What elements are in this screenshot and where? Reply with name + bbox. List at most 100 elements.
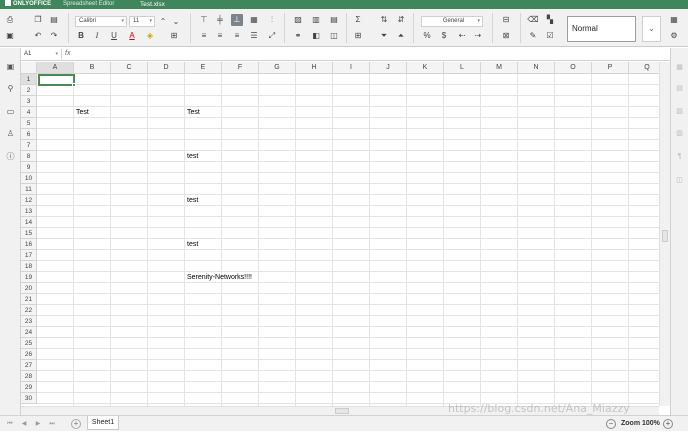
text-orientation-icon[interactable]: ⤢ <box>266 30 278 42</box>
chart-settings-icon[interactable]: ▥ <box>675 129 684 138</box>
cell-e19[interactable]: Serenity-Networks!!!! <box>185 272 252 283</box>
print-icon[interactable]: ⎙ <box>4 14 16 26</box>
zoom-out-button[interactable]: − <box>606 419 616 429</box>
search-icon[interactable]: ⚲ <box>5 83 16 94</box>
insert-table-icon[interactable]: ▤ <box>328 14 340 26</box>
save-icon[interactable]: ▣ <box>4 30 16 42</box>
file-icon[interactable]: ▣ <box>5 61 16 72</box>
column-header-g[interactable]: G <box>259 62 296 74</box>
first-sheet-icon[interactable]: ⏮ <box>6 420 14 428</box>
row-header-11[interactable]: 11 <box>21 184 37 195</box>
row-header-16[interactable]: 16 <box>21 239 37 250</box>
row-header-21[interactable]: 21 <box>21 294 37 305</box>
column-header-j[interactable]: J <box>370 62 407 74</box>
redo-icon[interactable]: ↷ <box>48 30 60 42</box>
column-header-f[interactable]: F <box>222 62 259 74</box>
cell-e16[interactable]: test <box>185 239 198 250</box>
row-header-27[interactable]: 27 <box>21 360 37 371</box>
row-header-7[interactable]: 7 <box>21 140 37 151</box>
row-header-12[interactable]: 12 <box>21 195 37 206</box>
vertical-scrollbar[interactable] <box>659 62 670 406</box>
row-header-24[interactable]: 24 <box>21 327 37 338</box>
cell-e4[interactable]: Test <box>185 107 200 118</box>
copy-icon[interactable]: ❐ <box>32 14 44 26</box>
sum-icon[interactable]: Σ <box>352 14 364 26</box>
gear-icon[interactable]: ⚙ <box>668 30 680 42</box>
align-bottom-icon[interactable]: ⊥ <box>231 14 243 26</box>
column-header-b[interactable]: B <box>74 62 111 74</box>
cell-e8[interactable]: test <box>185 151 198 162</box>
text-art-icon[interactable]: ◫ <box>328 30 340 42</box>
row-header-30[interactable]: 30 <box>21 393 37 404</box>
clear-icon[interactable]: ⌫ <box>527 14 539 26</box>
text-art-settings-icon[interactable]: ◫ <box>675 176 684 185</box>
cell-style-preset[interactable]: Normal <box>567 16 636 42</box>
row-header-9[interactable]: 9 <box>21 162 37 173</box>
font-size-combo[interactable]: 11 ▾ <box>129 16 155 27</box>
row-header-26[interactable]: 26 <box>21 349 37 360</box>
spreadsheet-grid[interactable]: ABCDEFGHIJKLMNOPQ 1 2 3 4 5 6 7 8 9 10 11 12 13 14 15 1… <box>21 62 664 406</box>
increase-decimal-icon[interactable]: ⇢ <box>472 30 484 42</box>
decrease-font-icon[interactable]: ⌄ <box>170 16 182 28</box>
prev-sheet-icon[interactable]: ◀ <box>20 420 28 428</box>
clear-filter-icon[interactable]: ⏶ <box>395 30 407 42</box>
merge-icon[interactable]: ⫶ <box>266 14 278 26</box>
function-icon[interactable]: fx <box>65 49 70 59</box>
paragraph-icon[interactable]: ¶ <box>675 152 684 161</box>
filter-icon[interactable]: ⏷ <box>378 30 390 42</box>
insert-cells-icon[interactable]: ⊞ <box>352 30 364 42</box>
row-header-23[interactable]: 23 <box>21 316 37 327</box>
column-header-m[interactable]: M <box>481 62 518 74</box>
column-header-k[interactable]: K <box>407 62 444 74</box>
borders-icon[interactable]: ⊞ <box>168 30 180 42</box>
decrease-decimal-icon[interactable]: ⇠ <box>456 30 468 42</box>
fill-color-icon[interactable]: ◈ <box>144 30 156 42</box>
user-icon[interactable]: ♙ <box>5 128 16 139</box>
row-header-8[interactable]: 8 <box>21 151 37 162</box>
row-header-10[interactable]: 10 <box>21 173 37 184</box>
number-format-combo[interactable]: General ▾ <box>421 16 483 27</box>
column-header-p[interactable]: P <box>592 62 629 74</box>
font-color-button[interactable]: A <box>126 30 138 42</box>
justify-icon[interactable]: ☰ <box>248 30 260 42</box>
percent-icon[interactable]: % <box>421 30 433 42</box>
paste-icon[interactable]: ▤ <box>48 14 60 26</box>
column-header-n[interactable]: N <box>518 62 555 74</box>
row-header-22[interactable]: 22 <box>21 305 37 316</box>
insert-chart-icon[interactable]: ▥ <box>310 14 322 26</box>
align-right-icon[interactable]: ≡ <box>231 30 243 42</box>
font-name-combo[interactable]: Calibri ▾ <box>75 16 127 27</box>
image-settings-icon[interactable]: ▨ <box>675 107 684 116</box>
named-range-icon[interactable]: ☑ <box>544 30 556 42</box>
sheet-tab[interactable]: Sheet1 <box>87 416 119 430</box>
table-settings-icon[interactable]: ▤ <box>675 84 684 93</box>
italic-button[interactable]: I <box>91 30 103 42</box>
row-header-6[interactable]: 6 <box>21 129 37 140</box>
column-header-e[interactable]: E <box>185 62 222 74</box>
name-box[interactable]: A1 ▾ <box>22 49 62 59</box>
shape-icon[interactable]: ◧ <box>310 30 322 42</box>
cell-b4[interactable]: Test <box>74 107 89 118</box>
cell-area[interactable] <box>37 74 664 406</box>
align-left-icon[interactable]: ≡ <box>198 30 210 42</box>
column-header-c[interactable]: C <box>111 62 148 74</box>
column-header-i[interactable]: I <box>333 62 370 74</box>
hyperlink-icon[interactable]: ⚭ <box>292 30 304 42</box>
chevron-down-icon[interactable]: ⌄ <box>642 16 661 42</box>
row-header-13[interactable]: 13 <box>21 206 37 217</box>
vertical-scroll-thumb[interactable] <box>662 230 668 242</box>
row-header-18[interactable]: 18 <box>21 261 37 272</box>
row-header-28[interactable]: 28 <box>21 371 37 382</box>
sort-desc-icon[interactable]: ⇵ <box>395 14 407 26</box>
view-settings-icon[interactable]: ▦ <box>668 14 680 26</box>
info-icon[interactable]: ⓘ <box>5 151 16 162</box>
row-header-3[interactable]: 3 <box>21 96 37 107</box>
column-header-o[interactable]: O <box>555 62 592 74</box>
row-header-14[interactable]: 14 <box>21 217 37 228</box>
cell-e12[interactable]: test <box>185 195 198 206</box>
formula-input[interactable] <box>79 49 664 59</box>
undo-icon[interactable]: ↶ <box>32 30 44 42</box>
zoom-in-button[interactable]: + <box>663 419 673 429</box>
next-sheet-icon[interactable]: ▶ <box>34 420 42 428</box>
sort-asc-icon[interactable]: ⇅ <box>378 14 390 26</box>
